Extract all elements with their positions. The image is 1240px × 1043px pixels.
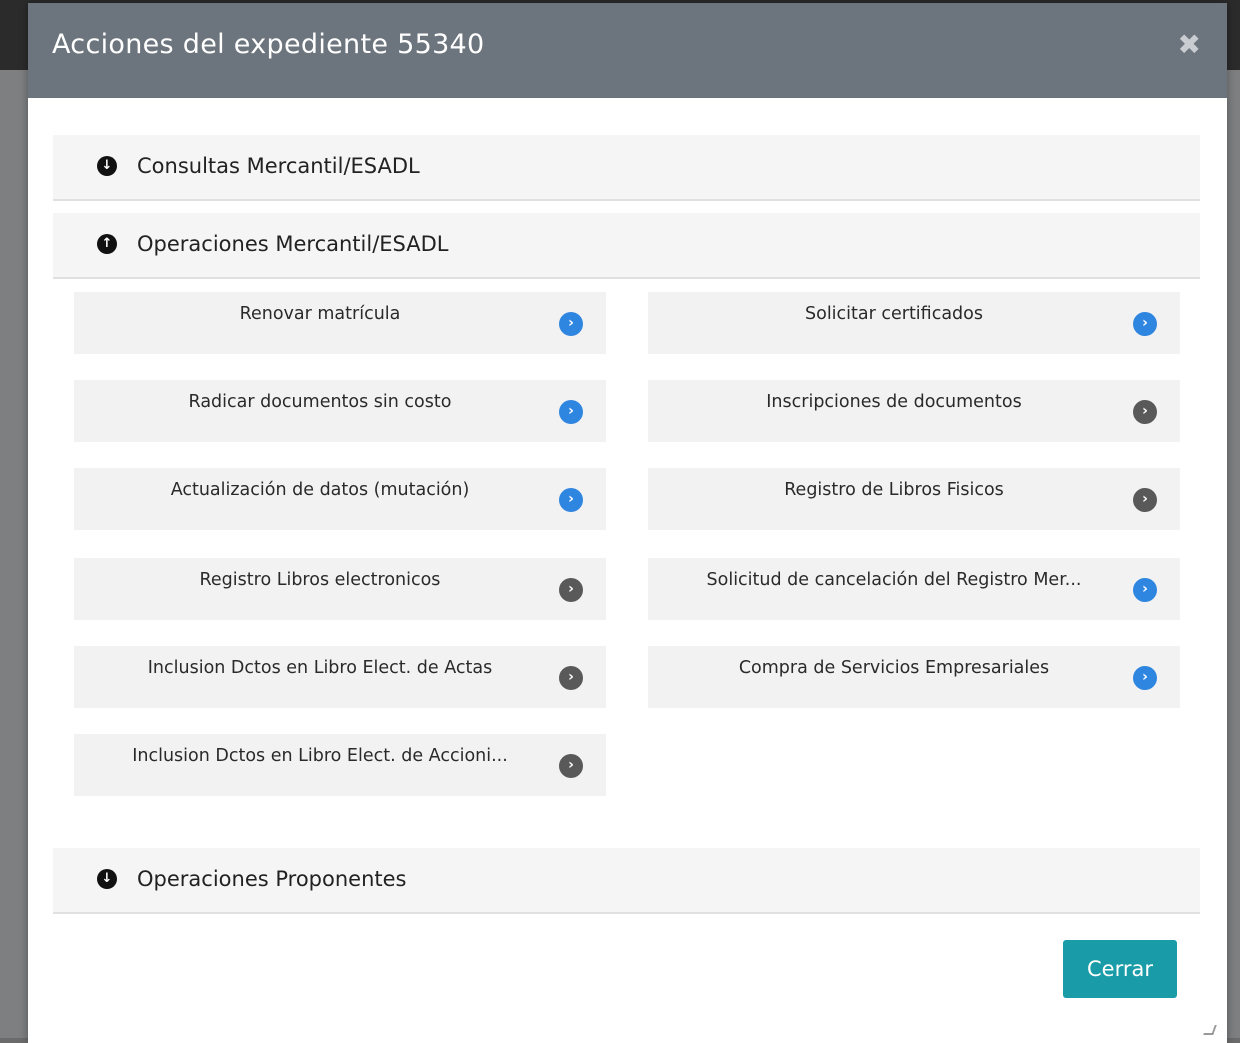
- operation-label: Inscripciones de documentos: [766, 392, 1022, 412]
- operation-item[interactable]: Solicitar certificados ›: [648, 292, 1180, 354]
- operation-item[interactable]: Registro Libros electronicos ›: [74, 558, 606, 620]
- operation-item[interactable]: Solicitud de cancelación del Registro Me…: [648, 558, 1180, 620]
- chevron-right-circle-icon[interactable]: ›: [1133, 400, 1157, 424]
- chevron-right-circle-icon[interactable]: ›: [559, 666, 583, 690]
- operation-item[interactable]: Inclusion Dctos en Libro Elect. de Accio…: [74, 734, 606, 796]
- close-button[interactable]: Cerrar: [1063, 940, 1177, 998]
- section-operaciones-mercantil[interactable]: ↑ Operaciones Mercantil/ESADL: [53, 213, 1200, 279]
- operation-label: Radicar documentos sin costo: [188, 392, 452, 412]
- arrow-down-circle-icon: ↓: [97, 156, 117, 176]
- arrow-down-circle-icon: ↓: [97, 869, 117, 889]
- section-label: Consultas Mercantil/ESADL: [137, 154, 420, 178]
- chevron-right-circle-icon[interactable]: ›: [559, 400, 583, 424]
- chevron-right-circle-icon[interactable]: ›: [1133, 666, 1157, 690]
- resize-grip-icon[interactable]: [1203, 1025, 1217, 1035]
- section-label: Operaciones Mercantil/ESADL: [137, 232, 449, 256]
- operation-item[interactable]: Renovar matrícula ›: [74, 292, 606, 354]
- operation-item[interactable]: Radicar documentos sin costo ›: [74, 380, 606, 442]
- section-consultas-mercantil[interactable]: ↓ Consultas Mercantil/ESADL: [53, 135, 1200, 201]
- chevron-right-circle-icon[interactable]: ›: [1133, 578, 1157, 602]
- section-operaciones-proponentes[interactable]: ↓ Operaciones Proponentes: [53, 848, 1200, 914]
- chevron-right-circle-icon[interactable]: ›: [559, 312, 583, 336]
- operation-label: Registro de Libros Fisicos: [784, 480, 1004, 500]
- arrow-up-circle-icon: ↑: [97, 234, 117, 254]
- modal-title: Acciones del expediente 55340: [52, 29, 485, 60]
- actions-modal: Acciones del expediente 55340 ✖ ↓ Consul…: [28, 3, 1227, 1043]
- operation-label: Registro Libros electronicos: [199, 570, 441, 590]
- operation-label: Actualización de datos (mutación): [170, 480, 470, 500]
- operation-label: Renovar matrícula: [239, 304, 401, 324]
- operation-label: Compra de Servicios Empresariales: [738, 658, 1050, 678]
- operation-item[interactable]: Registro de Libros Fisicos ›: [648, 468, 1180, 530]
- operation-item[interactable]: Inscripciones de documentos ›: [648, 380, 1180, 442]
- chevron-right-circle-icon[interactable]: ›: [1133, 488, 1157, 512]
- operation-item[interactable]: Actualización de datos (mutación) ›: [74, 468, 606, 530]
- operation-label: Inclusion Dctos en Libro Elect. de Actas: [147, 658, 493, 678]
- chevron-right-circle-icon[interactable]: ›: [1133, 312, 1157, 336]
- operation-item[interactable]: Inclusion Dctos en Libro Elect. de Actas…: [74, 646, 606, 708]
- chevron-right-circle-icon[interactable]: ›: [559, 754, 583, 778]
- section-label: Operaciones Proponentes: [137, 867, 407, 891]
- operation-label: Solicitar certificados: [805, 304, 983, 324]
- chevron-right-circle-icon[interactable]: ›: [559, 488, 583, 512]
- operation-label: Solicitud de cancelación del Registro Me…: [706, 570, 1082, 590]
- operation-label: Inclusion Dctos en Libro Elect. de Accio…: [132, 746, 508, 766]
- chevron-right-circle-icon[interactable]: ›: [559, 578, 583, 602]
- operation-item[interactable]: Compra de Servicios Empresariales ›: [648, 646, 1180, 708]
- close-icon[interactable]: ✖: [1178, 31, 1201, 59]
- modal-header: Acciones del expediente 55340 ✖: [28, 3, 1227, 98]
